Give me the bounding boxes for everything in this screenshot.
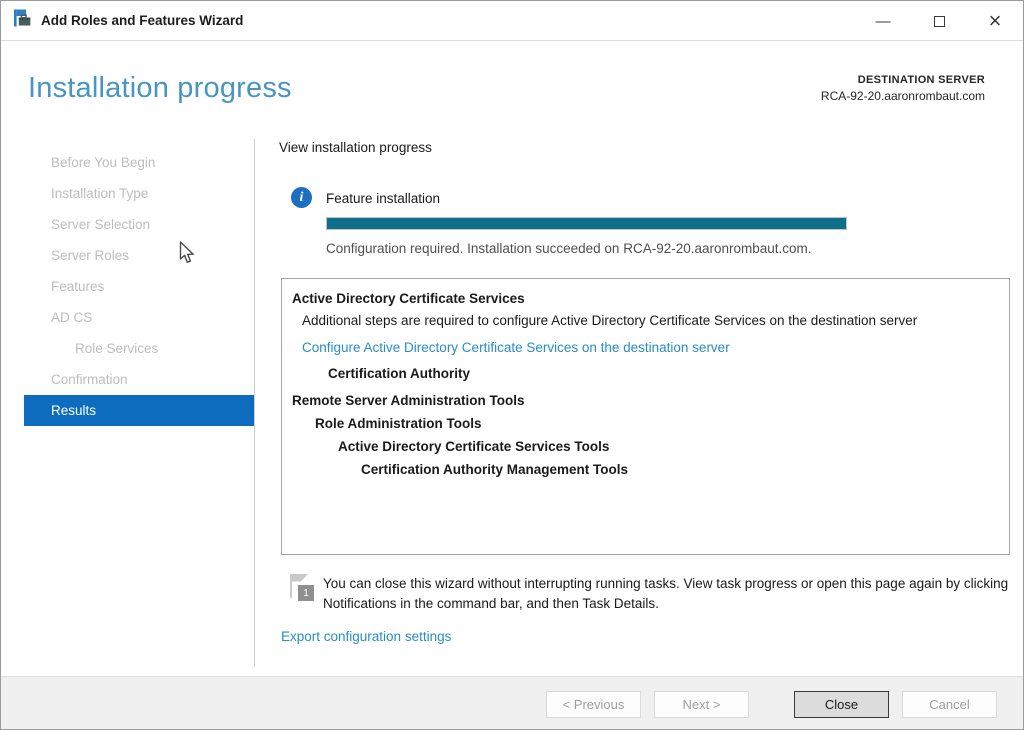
sidebar-item-server-roles: Server Roles [24,240,254,271]
close-button[interactable]: Close [794,691,889,718]
sidebar-item-installation-type: Installation Type [24,178,254,209]
sidebar-item-label: Confirmation [51,372,128,387]
next-button[interactable]: Next > [654,691,749,718]
feature-installation-label: Feature installation [326,191,440,206]
sidebar-item-before-you-begin: Before You Begin [24,147,254,178]
result-row-adcs-tools: Active Directory Certificate Services To… [338,435,999,458]
minimize-icon: — [876,13,891,30]
close-wizard-note: You can close this wizard without interr… [323,574,1015,614]
destination-server-name: RCA-92-20.aaronrombaut.com [821,89,985,103]
maximize-icon [934,16,945,27]
notification-flag-icon: 1 [287,572,317,605]
sidebar-item-label: Installation Type [51,186,148,201]
destination-server-block: DESTINATION SERVER RCA-92-20.aaronrombau… [821,74,985,103]
sidebar-item-label: Before You Begin [51,155,155,170]
sidebar-item-results[interactable]: Results [24,395,254,426]
result-row-role-admin-tools: Role Administration Tools [315,412,999,435]
result-row-adcs: Active Directory Certificate Services [292,287,999,310]
notification-badge: 1 [298,585,314,601]
sidebar-item-label: Features [51,279,104,294]
result-row-certification-authority: Certification Authority [328,362,999,385]
window-controls: — × [855,1,1023,41]
wizard-footer: < Previous Next > Close Cancel [1,676,1023,730]
result-row-additional-steps: Additional steps are required to configu… [302,310,990,332]
sidebar-item-ad-cs: AD CS [24,302,254,333]
main-content: View installation progress i Feature ins… [255,131,1024,676]
wizard-steps-sidebar: Before You Begin Installation Type Serve… [1,131,254,676]
sidebar-item-confirmation: Confirmation [24,364,254,395]
close-icon: × [989,10,1002,32]
result-row-rsat: Remote Server Administration Tools [292,389,999,412]
window-title: Add Roles and Features Wizard [41,13,243,28]
export-configuration-link[interactable]: Export configuration settings [281,629,451,644]
installation-status-text: Configuration required. Installation suc… [326,241,812,256]
server-manager-icon [12,8,32,33]
sidebar-item-features: Features [24,271,254,302]
title-bar: Add Roles and Features Wizard — × [1,1,1023,41]
wizard-window: Add Roles and Features Wizard — × Instal… [0,0,1024,730]
destination-server-label: DESTINATION SERVER [821,74,985,86]
sidebar-item-label: Server Selection [51,217,150,232]
configure-adcs-link[interactable]: Configure Active Directory Certificate S… [302,336,999,359]
installation-progress-bar [326,217,847,230]
wizard-header: Installation progress DESTINATION SERVER… [1,42,1023,132]
result-row-ca-management-tools: Certification Authority Management Tools [361,458,999,481]
info-icon: i [291,187,312,208]
maximize-button[interactable] [911,1,967,41]
cancel-button[interactable]: Cancel [902,691,997,718]
sidebar-item-label: AD CS [51,310,92,325]
close-window-button[interactable]: × [967,1,1023,41]
sidebar-item-label: Results [51,403,96,418]
sidebar-item-role-services: Role Services [24,333,254,364]
sidebar-item-label: Role Services [75,341,158,356]
minimize-button[interactable]: — [855,1,911,41]
previous-button[interactable]: < Previous [546,691,641,718]
sidebar-item-label: Server Roles [51,248,129,263]
installation-results-box: Active Directory Certificate Services Ad… [281,278,1010,555]
sidebar-item-server-selection: Server Selection [24,209,254,240]
installation-progress-fill [327,218,846,229]
page-title: Installation progress [28,72,292,105]
view-progress-heading: View installation progress [279,140,432,155]
